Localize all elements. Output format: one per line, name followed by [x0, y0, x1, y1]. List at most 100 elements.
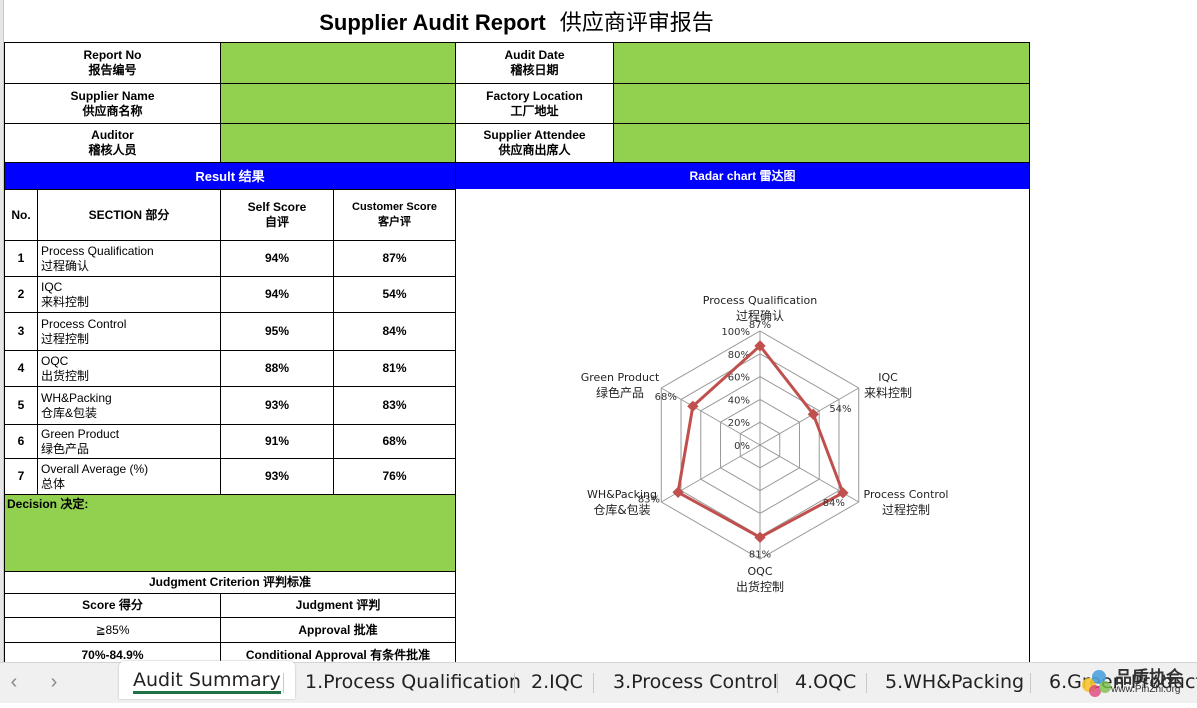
section-name[interactable]: Green Product 绿色产品: [37, 424, 221, 459]
criterion-score-cell[interactable]: ≧85%: [4, 617, 221, 643]
section-cn: 过程确认: [41, 258, 90, 273]
tab-process-control[interactable]: 3.Process Control: [613, 663, 778, 701]
customer-score[interactable]: 81%: [333, 350, 456, 387]
tab-oqc[interactable]: 4.OQC: [795, 663, 856, 701]
self-score-value: 88%: [264, 361, 290, 375]
report-title: Supplier Audit Report 供应商评审报告: [4, 4, 1029, 42]
label-en: Auditor: [91, 128, 134, 142]
customer-score[interactable]: 76%: [333, 458, 456, 495]
factory-location-value[interactable]: [613, 83, 1030, 124]
customer-score-value: 68%: [382, 434, 407, 448]
customer-score-value: 54%: [382, 287, 407, 301]
tab-separator: [866, 673, 867, 693]
col-header-section[interactable]: SECTION 部分: [37, 189, 221, 241]
customer-score-value: 81%: [382, 361, 407, 375]
customer-score[interactable]: 84%: [333, 312, 456, 351]
prev-sheet-button[interactable]: ‹: [4, 671, 24, 694]
radar-data-label: 68%: [655, 392, 677, 403]
row-number[interactable]: 2: [4, 276, 38, 313]
row-number[interactable]: 5: [4, 386, 38, 425]
section-en: IQC: [41, 279, 63, 294]
section-cn: 出货控制: [41, 368, 90, 383]
label-cn: 稽核人员: [88, 143, 137, 157]
section-cn: 总体: [41, 476, 66, 491]
supplier-attendee-value[interactable]: [613, 123, 1030, 163]
radar-tick-label: 40%: [728, 395, 750, 406]
radar-category-label-cn: 来料控制: [864, 386, 912, 400]
radar-category-label-cn: 绿色产品: [596, 385, 644, 400]
customer-score[interactable]: 54%: [333, 276, 456, 313]
section-name[interactable]: IQC 来料控制: [37, 276, 221, 313]
radar-chart-area[interactable]: 0% 20% 40% 60% 80% 100% 87% 54% 84% 81% 83% 68% Proc…: [455, 189, 1030, 662]
col-header-self-score[interactable]: Self Score 自评: [220, 189, 334, 241]
self-score[interactable]: 91%: [220, 424, 334, 459]
result-header[interactable]: Result 结果: [4, 162, 456, 190]
self-score[interactable]: 88%: [220, 350, 334, 387]
tab-separator: [1030, 673, 1031, 693]
radar-tick-label: 100%: [721, 327, 750, 338]
auditor-label[interactable]: Auditor 稽核人员: [4, 123, 221, 163]
decision-cell[interactable]: Decision 决定:: [4, 494, 456, 572]
self-score[interactable]: 94%: [220, 276, 334, 313]
row-number-text: 2: [17, 287, 25, 301]
self-score[interactable]: 95%: [220, 312, 334, 351]
criterion-score-header[interactable]: Score 得分: [4, 593, 221, 618]
supplier-attendee-label[interactable]: Supplier Attendee 供应商出席人: [455, 123, 614, 163]
supplier-name-value[interactable]: [220, 83, 456, 124]
criterion-judgment-cell[interactable]: Conditional Approval 有条件批准: [220, 642, 456, 662]
tab-audit-summary[interactable]: Audit Summary: [119, 661, 295, 699]
supplier-name-label[interactable]: Supplier Name 供应商名称: [4, 83, 221, 124]
customer-score-value: 83%: [382, 398, 407, 412]
next-sheet-button[interactable]: ›: [44, 671, 64, 694]
row-number[interactable]: 6: [4, 424, 38, 459]
audit-date-value[interactable]: [613, 42, 1030, 84]
criterion-judgment-header[interactable]: Judgment 评判: [220, 593, 456, 618]
section-cn: 过程控制: [41, 331, 90, 346]
section-name[interactable]: Process Control 过程控制: [37, 312, 221, 351]
col-header-customer-score[interactable]: Customer Score 客户评: [333, 189, 456, 241]
tab-iqc[interactable]: 2.IQC: [531, 663, 583, 701]
tab-separator: [514, 673, 515, 693]
self-score[interactable]: 93%: [220, 386, 334, 425]
row-number-text: 5: [17, 398, 25, 412]
radar-chart: 0%20%40%60%80%100%87%54%84%81%83%68%Proc…: [581, 294, 949, 594]
criterion-score-cell[interactable]: 70%-84.9%: [4, 642, 221, 662]
customer-score[interactable]: 83%: [333, 386, 456, 425]
audit-date-label[interactable]: Audit Date 稽核日期: [455, 42, 614, 84]
section-name[interactable]: Process Qualification 过程确认: [37, 240, 221, 277]
customer-score[interactable]: 87%: [333, 240, 456, 277]
col-header-no[interactable]: No.: [4, 189, 38, 241]
self-score[interactable]: 94%: [220, 240, 334, 277]
factory-location-label[interactable]: Factory Location 工厂地址: [455, 83, 614, 124]
radar-chart-header[interactable]: Radar chart 雷达图: [455, 162, 1030, 190]
section-name[interactable]: OQC 出货控制: [37, 350, 221, 387]
row-number[interactable]: 4: [4, 350, 38, 387]
decision-label: Decision 决定:: [7, 497, 89, 511]
section-name[interactable]: WH&Packing 仓库&包装: [37, 386, 221, 425]
label-cn: 工厂地址: [510, 103, 559, 118]
row-number[interactable]: 3: [4, 312, 38, 351]
self-score[interactable]: 93%: [220, 458, 334, 495]
report-no-value[interactable]: [220, 42, 456, 84]
label-en: Customer Score: [352, 201, 437, 213]
title-cn: 供应商评审报告: [559, 11, 714, 36]
row-number-text: 3: [17, 324, 25, 338]
judgment-criterion-title[interactable]: Judgment Criterion 评判标准: [4, 571, 456, 594]
tab-wh-packing[interactable]: 5.WH&Packing: [885, 663, 1024, 701]
tab-process-qualification[interactable]: 1.Process Qualification: [305, 663, 521, 701]
row-number[interactable]: 7: [4, 458, 38, 495]
tab-label: Audit Summary: [133, 669, 281, 691]
auditor-value[interactable]: [220, 123, 456, 163]
self-score-value: 91%: [264, 434, 290, 448]
criterion-judgment-cell[interactable]: Approval 批准: [220, 617, 456, 643]
active-tab-underline: [133, 691, 281, 694]
section-en: Overall Average (%): [41, 461, 149, 476]
section-name[interactable]: Overall Average (%) 总体: [37, 458, 221, 495]
customer-score[interactable]: 68%: [333, 424, 456, 459]
label-en: Self Score: [247, 200, 307, 214]
report-no-label[interactable]: Report No 报告编号: [4, 42, 221, 84]
label-en: Report No: [83, 48, 142, 62]
label-en: Supplier Name: [70, 88, 155, 103]
customer-score-value: 76%: [382, 469, 407, 483]
row-number[interactable]: 1: [4, 240, 38, 277]
